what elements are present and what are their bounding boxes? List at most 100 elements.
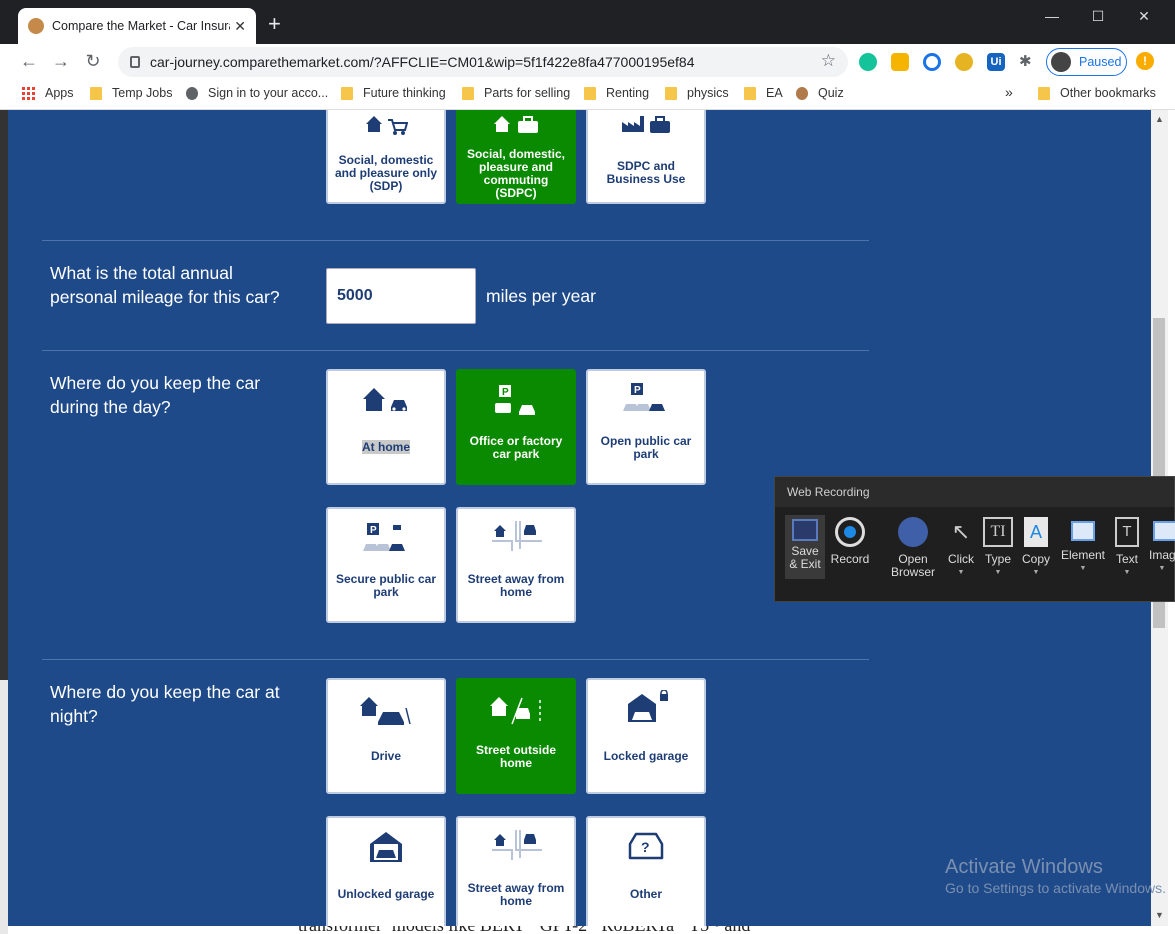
question-car-icon: ? <box>588 830 704 862</box>
save-icon <box>792 519 818 541</box>
address-bar[interactable]: car-journey.comparethemarket.com/?AFFCLI… <box>118 47 848 77</box>
day-option-secure-public-car-park[interactable]: P Secure public car park <box>326 507 446 623</box>
tab-title: Compare the Market - Car Insura <box>52 19 230 33</box>
browser-tab[interactable]: Compare the Market - Car Insura ✕ <box>18 8 256 44</box>
bookmark-apps[interactable]: Apps <box>22 86 74 100</box>
image-icon <box>1153 521 1175 541</box>
image-caret-icon[interactable]: ▼ <box>1147 562 1175 575</box>
bookmark-parts-for-selling[interactable]: Parts for selling <box>462 86 570 100</box>
avatar <box>1051 52 1071 72</box>
day-option-office-car-park[interactable]: P Office or factory car park <box>456 369 576 485</box>
street-house-car-icon <box>458 519 574 551</box>
grammarly-icon[interactable] <box>859 53 877 71</box>
folder-icon <box>744 86 756 100</box>
profile-button[interactable]: Paused <box>1046 48 1127 76</box>
bookmark-ea[interactable]: EA <box>744 86 783 100</box>
bookmark-other[interactable]: Other bookmarks <box>1038 86 1156 100</box>
click-button[interactable]: ↖ Click ▼ <box>945 517 977 579</box>
option-sdpc-business[interactable]: SDPC and Business Use <box>586 110 706 204</box>
record-icon <box>835 517 865 547</box>
click-caret-icon[interactable]: ▼ <box>945 566 977 579</box>
parking-office-car-icon: P <box>458 385 574 417</box>
section-divider <box>42 350 869 351</box>
street-house-car-icon <box>458 828 574 860</box>
save-exit-label: Save & Exit <box>789 544 821 571</box>
c-extension-icon[interactable] <box>923 53 941 71</box>
scroll-up-icon[interactable]: ▲ <box>1151 114 1168 124</box>
puzzle-icon[interactable]: ✱ <box>1019 53 1037 71</box>
globe-icon <box>186 86 198 100</box>
night-option-street-outside-home[interactable]: Street outside home <box>456 678 576 794</box>
night-option-other[interactable]: ? Other <box>586 816 706 926</box>
browser-toolbar: ← → ↻ car-journey.comparethemarket.com/?… <box>0 44 1175 80</box>
text-button[interactable]: T Text ▼ <box>1111 517 1143 579</box>
bookmark-sign-in[interactable]: Sign in to your acco... <box>186 86 328 100</box>
folder-icon <box>462 86 474 100</box>
more-bookmarks-icon[interactable]: » <box>1005 84 1013 100</box>
lock-icon <box>130 56 140 68</box>
activate-windows-title: Activate Windows <box>945 856 1103 878</box>
option-sdpc[interactable]: Social, domestic, pleasure and commuting… <box>456 110 576 204</box>
house-briefcase-icon <box>458 112 574 144</box>
type-button[interactable]: TI Type ▼ <box>981 517 1015 579</box>
copy-icon: A <box>1024 517 1048 547</box>
text-icon: T <box>1115 517 1139 547</box>
locked-garage-icon <box>588 690 704 722</box>
maximize-icon[interactable]: ☐ <box>1076 3 1120 29</box>
copy-button[interactable]: A Copy ▼ <box>1019 517 1053 579</box>
secure-parking-icon: P <box>328 521 444 553</box>
mileage-question: What is the total annual personal mileag… <box>50 263 280 307</box>
bookmark-temp-jobs[interactable]: Temp Jobs <box>90 86 172 100</box>
forward-icon[interactable]: → <box>50 51 72 72</box>
street-outside-house-icon <box>458 694 574 726</box>
reload-icon[interactable]: ↻ <box>82 51 104 72</box>
element-button[interactable]: Element ▼ <box>1059 517 1107 575</box>
text-caret-icon[interactable]: ▼ <box>1111 566 1143 579</box>
profile-status: Paused <box>1079 55 1122 69</box>
site-favicon-icon <box>28 18 44 34</box>
folder-icon <box>90 86 102 100</box>
uipath-icon[interactable]: Ui <box>987 53 1005 71</box>
day-option-open-public-car-park[interactable]: P Open public car park <box>586 369 706 485</box>
day-option-street-away[interactable]: Street away from home <box>456 507 576 623</box>
section-divider <box>42 659 869 660</box>
day-option-at-home[interactable]: At home <box>326 369 446 485</box>
scroll-down-icon[interactable]: ▼ <box>1151 910 1168 920</box>
folder-icon <box>341 86 353 100</box>
click-icon: ↖ <box>951 519 971 544</box>
bookmark-star-icon[interactable]: ☆ <box>821 51 836 71</box>
back-icon[interactable]: ← <box>18 51 40 72</box>
open-browser-button[interactable]: Open Browser <box>883 517 943 579</box>
bookmark-renting[interactable]: Renting <box>584 86 649 100</box>
bookmark-quiz[interactable]: Quiz <box>796 86 844 100</box>
bookmark-future-thinking[interactable]: Future thinking <box>341 86 446 100</box>
close-tab-icon[interactable]: ✕ <box>234 18 246 35</box>
night-question: Where do you keep the car at night? <box>50 682 280 726</box>
minimize-icon[interactable]: — <box>1030 3 1074 29</box>
type-caret-icon[interactable]: ▼ <box>981 566 1015 579</box>
folder-icon <box>584 86 596 100</box>
apps-grid-icon <box>22 86 35 100</box>
house-car-icon <box>328 385 444 417</box>
alert-icon[interactable]: ! <box>1136 52 1154 70</box>
mileage-input[interactable]: 5000 <box>326 268 476 324</box>
night-option-street-away[interactable]: Street away from home <box>456 816 576 926</box>
night-option-unlocked-garage[interactable]: Unlocked garage <box>326 816 446 926</box>
extension-icon[interactable] <box>891 53 909 71</box>
night-option-locked-garage[interactable]: Locked garage <box>586 678 706 794</box>
bookmarks-bar: Apps Temp Jobs Sign in to your acco... F… <box>0 80 1175 110</box>
save-exit-button[interactable]: Save & Exit <box>785 515 825 579</box>
copy-caret-icon[interactable]: ▼ <box>1019 566 1053 579</box>
option-sdp[interactable]: Social, domestic and pleasure only (SDP) <box>326 110 446 204</box>
svg-text:P: P <box>370 525 377 536</box>
hand-extension-icon[interactable] <box>955 53 973 71</box>
night-option-drive[interactable]: Drive <box>326 678 446 794</box>
image-button[interactable]: Imag ▼ <box>1147 517 1175 575</box>
record-button[interactable]: Record <box>829 517 871 566</box>
bookmark-physics[interactable]: physics <box>665 86 729 100</box>
element-caret-icon[interactable]: ▼ <box>1059 562 1107 575</box>
close-window-icon[interactable]: ✕ <box>1122 3 1166 29</box>
new-tab-icon[interactable]: + <box>268 13 281 35</box>
day-question: Where do you keep the car during the day… <box>50 373 261 417</box>
type-icon: TI <box>983 517 1013 547</box>
